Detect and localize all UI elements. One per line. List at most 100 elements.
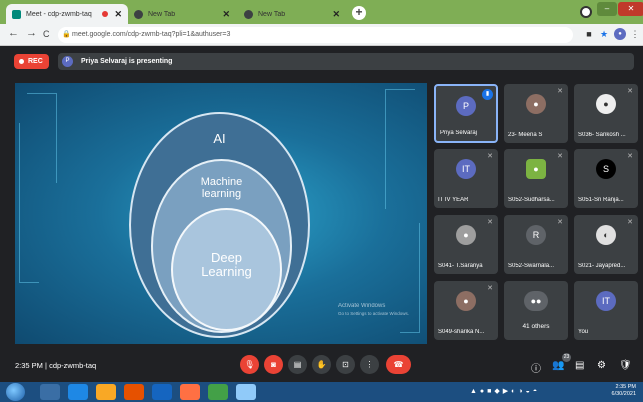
info-divider: | <box>45 361 47 370</box>
profile-avatar-icon[interactable]: ● <box>614 28 626 40</box>
tab-new-2[interactable]: New Tab ✕ <box>238 4 346 24</box>
windows-start-icon[interactable] <box>6 383 25 401</box>
avatar: ◐ <box>596 225 616 245</box>
tab-new-1[interactable]: New Tab ✕ <box>128 4 236 24</box>
avatar: IT <box>456 159 476 179</box>
raise-hand-button[interactable]: ✋ <box>312 355 331 374</box>
ml-label-line2: learning <box>201 188 242 200</box>
mic-off-icon: ✕ <box>487 153 493 160</box>
others-count: 41 others <box>522 323 550 330</box>
presenting-text: Priya Selvaraj is presenting <box>81 58 173 65</box>
deep-learning-label: Deep Learning <box>171 251 282 279</box>
present-now-button[interactable]: ⊡ <box>336 355 355 374</box>
participant-tile[interactable]: ✕ IT IT IV YEAR <box>434 149 498 208</box>
participant-name: S049-sharika N... <box>438 329 485 335</box>
lock-icon: 🔒 <box>62 31 71 38</box>
people-icon[interactable]: 👥 <box>552 360 564 371</box>
mic-off-icon: ✕ <box>487 219 493 226</box>
machine-learning-label: Machine learning <box>151 176 292 200</box>
meeting-info: 2:35 PM | cdp-zwmb-taq <box>15 361 96 370</box>
activities-icon[interactable]: ⚙ <box>597 360 606 371</box>
chat-icon[interactable]: ▤ <box>575 360 584 371</box>
watermark-title: Activate Windows <box>338 303 386 309</box>
url-text: meet.google.com/cdp-zwmb-taq?pli=1&authu… <box>72 31 231 38</box>
people-count-badge: 23 <box>562 353 571 362</box>
presentation-slide: AI Machine learning Deep Learning Activa… <box>15 83 427 344</box>
back-icon[interactable]: ← <box>8 27 19 39</box>
participant-tile[interactable]: ✕ ◐ S021- Jayapred... <box>574 215 638 274</box>
participant-tile[interactable]: ✕ ● S036- Sankosh ... <box>574 84 638 143</box>
participant-tile[interactable]: ✕ ● 23- Meena S <box>504 84 568 143</box>
word-icon[interactable] <box>236 384 256 400</box>
meet-top-bar: REC P Priya Selvaraj is presenting <box>0 47 643 75</box>
circuit-decoration <box>385 89 415 209</box>
activate-windows-watermark: Activate Windows Go to Settings to activ… <box>338 302 409 318</box>
others-tile[interactable]: ●● 41 others <box>504 281 568 340</box>
host-controls-icon[interactable]: 🛡 <box>619 360 632 371</box>
close-tab-icon[interactable]: ✕ <box>332 9 340 20</box>
participant-name: You <box>578 329 589 335</box>
self-tile[interactable]: IT You <box>574 281 638 340</box>
firefox-icon[interactable] <box>180 384 200 400</box>
mic-off-icon: ✕ <box>627 88 633 95</box>
participant-tile[interactable]: ✕ S S051-Sri Ranja... <box>574 149 638 208</box>
chrome-favicon-icon <box>134 9 143 19</box>
avatar: ● <box>596 94 616 114</box>
participant-name: S036- Sankosh ... <box>578 132 626 138</box>
window-controls: – ✕ <box>596 2 643 20</box>
ai-label: AI <box>213 131 226 146</box>
dl-label-line1: Deep <box>210 250 243 265</box>
participant-tile[interactable]: ▮ P Priya Selvaraj <box>434 84 498 143</box>
address-bar[interactable]: 🔒 meet.google.com/cdp-zwmb-taq?pli=1&aut… <box>58 27 573 43</box>
file-explorer-icon[interactable] <box>96 384 116 400</box>
close-window-icon[interactable]: ✕ <box>618 2 643 16</box>
recording-indicator-icon <box>102 11 109 17</box>
reload-icon[interactable]: C <box>43 29 50 39</box>
close-tab-icon[interactable]: ✕ <box>114 9 122 20</box>
participant-name: S052-Sudharsa... <box>508 197 555 203</box>
menu-kebab-icon[interactable]: ⋮ <box>629 28 641 40</box>
participant-tile[interactable]: ✕ ● S041- T.Saranya <box>434 215 498 274</box>
watermark-subtitle: Go to Settings to activate Windows. <box>338 311 410 316</box>
microphone-toggle-button[interactable]: 🎙 <box>240 355 259 374</box>
taskbar-clock[interactable]: 2:35 PM 6/30/2021 <box>606 384 636 398</box>
taskbar-app-icon[interactable] <box>40 384 60 400</box>
rec-label: REC <box>28 58 43 65</box>
avatar: ● <box>456 225 476 245</box>
tab-title: New Tab <box>148 10 176 18</box>
minimize-icon[interactable]: – <box>597 2 617 16</box>
avatar: ● <box>526 159 546 179</box>
meeting-details-icon[interactable]: ⓘ <box>531 360 541 375</box>
tab-meet[interactable]: Meet - cdp-zwmb-taq ✕ <box>6 4 128 24</box>
mic-off-icon: ✕ <box>627 153 633 160</box>
avatar: S <box>596 159 616 179</box>
clock-time: 2:35 PM <box>15 361 43 370</box>
more-options-button[interactable]: ⋮ <box>360 355 379 374</box>
mic-off-icon: ✕ <box>557 219 563 226</box>
media-player-icon[interactable] <box>124 384 144 400</box>
avatar: IT <box>596 291 616 311</box>
browser-toolbar: ← → C 🔒 meet.google.com/cdp-zwmb-taq?pli… <box>0 24 643 46</box>
camera-toggle-button[interactable]: ◙ <box>264 355 283 374</box>
participant-tile[interactable]: ✕ ● S049-sharika N... <box>434 281 498 340</box>
mic-off-icon: ✕ <box>627 219 633 226</box>
mic-off-icon: ✕ <box>557 88 563 95</box>
ie-icon[interactable] <box>68 384 88 400</box>
presenting-banner: P Priya Selvaraj is presenting <box>58 53 634 70</box>
forward-icon[interactable]: → <box>26 27 37 39</box>
participant-name: IT IV YEAR <box>438 197 469 203</box>
edge-icon[interactable] <box>152 384 172 400</box>
camera-permission-icon[interactable]: ■ <box>583 28 595 40</box>
system-tray[interactable]: ▲●■◆▶◐◑◒◓ <box>470 387 540 395</box>
dl-label-line2: Learning <box>201 264 252 279</box>
participant-tile[interactable]: ✕ R S052-Swarnala... <box>504 215 568 274</box>
chrome-profile-icon[interactable] <box>580 6 592 18</box>
captions-button[interactable]: ▤ <box>288 355 307 374</box>
leave-call-button[interactable]: ☎ <box>386 355 411 374</box>
bookmark-star-icon[interactable]: ★ <box>598 28 610 40</box>
new-tab-button[interactable]: + <box>352 6 366 20</box>
close-tab-icon[interactable]: ✕ <box>222 9 230 20</box>
chrome-icon[interactable] <box>208 384 228 400</box>
participant-tile[interactable]: ✕ ● S052-Sudharsa... <box>504 149 568 208</box>
browser-tab-strip: Meet - cdp-zwmb-taq ✕ New Tab ✕ New Tab … <box>0 0 643 24</box>
